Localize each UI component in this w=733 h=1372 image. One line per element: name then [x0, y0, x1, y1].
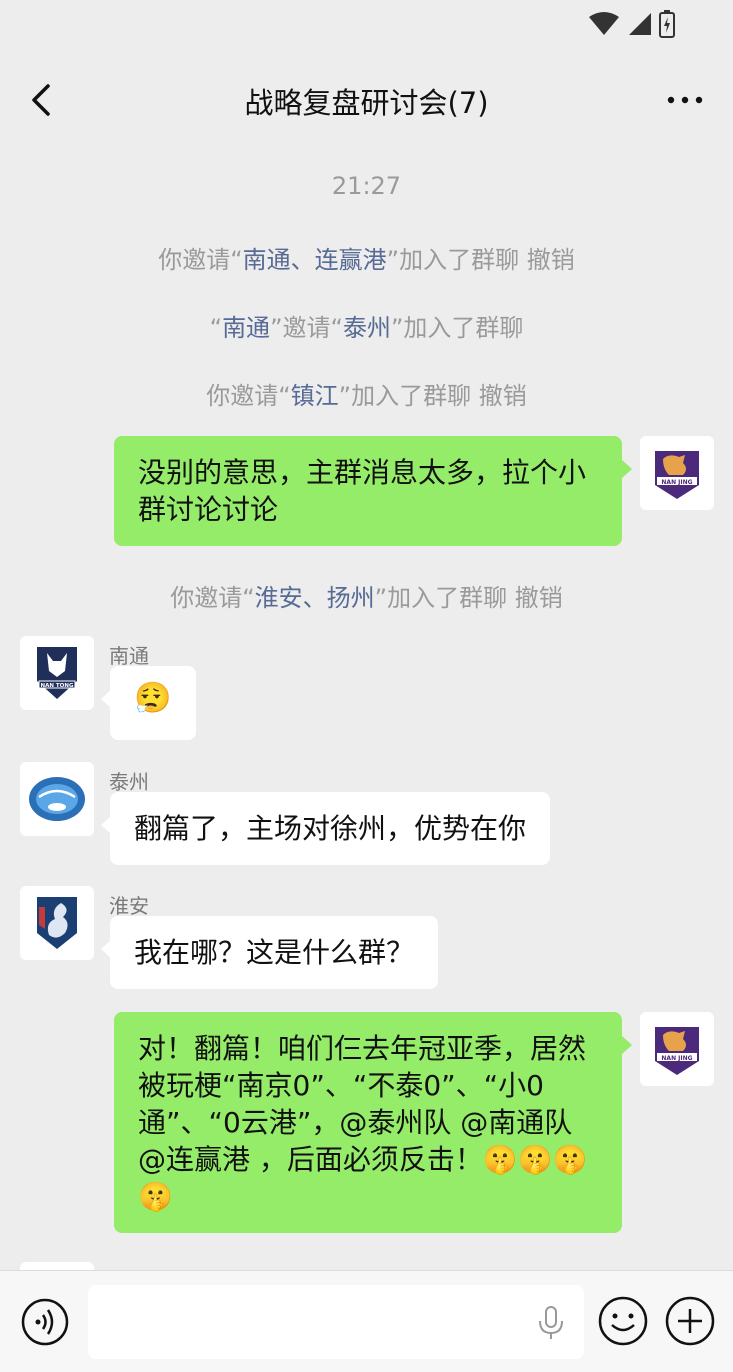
taizhou-logo-icon: [29, 777, 85, 821]
huaian-logo-icon: [37, 897, 77, 949]
status-bar: [0, 0, 733, 50]
message-input[interactable]: [88, 1285, 584, 1359]
system-message: 你邀请“南通、连赢港”加入了群聊 撤销: [158, 246, 575, 274]
invitee-names[interactable]: 泰州: [343, 314, 391, 342]
more-icon[interactable]: [665, 86, 705, 114]
sender-name: 淮安: [109, 894, 149, 918]
wifi-icon: [589, 12, 619, 35]
input-bar: [0, 1270, 733, 1372]
sender-name: 南通: [109, 644, 149, 668]
svg-text:NAN TONG: NAN TONG: [41, 683, 74, 689]
system-message: “南通”邀请“泰州”加入了群聊: [209, 314, 524, 342]
invitee-names[interactable]: 南通、连赢港: [243, 246, 387, 274]
sender-name: 泰州: [109, 770, 149, 794]
undo-link[interactable]: 撤销: [527, 246, 575, 274]
plus-icon[interactable]: [664, 1295, 716, 1347]
microphone-icon[interactable]: [536, 1305, 566, 1341]
avatar[interactable]: [20, 762, 94, 836]
incoming-message[interactable]: 我在哪？这是什么群？: [100, 916, 439, 989]
undo-link[interactable]: 撤销: [515, 584, 563, 612]
outgoing-message[interactable]: 没别的意思，主群消息太多，拉个小群讨论讨论: [114, 436, 632, 546]
incoming-message[interactable]: 😮‍💨: [101, 666, 196, 740]
nanjing-logo-icon: NAN JING: [655, 1027, 699, 1075]
chat-title: 战略复盘研讨会(7): [244, 86, 489, 120]
nav-bar: 战略复盘研讨会(7): [0, 50, 733, 150]
undo-link[interactable]: 撤销: [479, 382, 527, 410]
avatar[interactable]: NAN JING: [640, 1012, 714, 1086]
system-message: 你邀请“镇江”加入了群聊 撤销: [206, 382, 527, 410]
avatar[interactable]: NAN TONG: [20, 636, 94, 710]
battery-icon: [659, 10, 675, 38]
invitee-names[interactable]: 镇江: [291, 382, 339, 410]
voice-icon[interactable]: [20, 1297, 70, 1347]
avatar[interactable]: NAN JING: [640, 436, 714, 510]
system-message: 你邀请“淮安、扬州”加入了群聊 撤销: [170, 584, 563, 612]
nantong-logo-icon: NAN TONG: [37, 647, 77, 699]
avatar[interactable]: [20, 1262, 94, 1270]
invitee-names[interactable]: 淮安、扬州: [255, 584, 375, 612]
avatar[interactable]: [20, 886, 94, 960]
chat-area[interactable]: 21:27 你邀请“南通、连赢港”加入了群聊 撤销 “南通”邀请“泰州”加入了群…: [0, 150, 733, 1270]
message-timestamp: 21:27: [331, 172, 402, 200]
emoji-icon[interactable]: [597, 1295, 649, 1347]
svg-text:NAN JING: NAN JING: [661, 479, 692, 486]
outgoing-message[interactable]: 对！翻篇！咱们仨去年冠亚季，居然被玩梗“南京0”、“不泰0”、“小0通”、“0云…: [114, 1012, 632, 1233]
incoming-message[interactable]: 翻篇了，主场对徐州，优势在你: [100, 792, 551, 865]
inviter-name[interactable]: 南通: [222, 314, 270, 342]
signal-icon: [629, 13, 651, 35]
svg-text:NAN JING: NAN JING: [661, 1055, 692, 1062]
nanjing-logo-icon: NAN JING: [655, 451, 699, 499]
